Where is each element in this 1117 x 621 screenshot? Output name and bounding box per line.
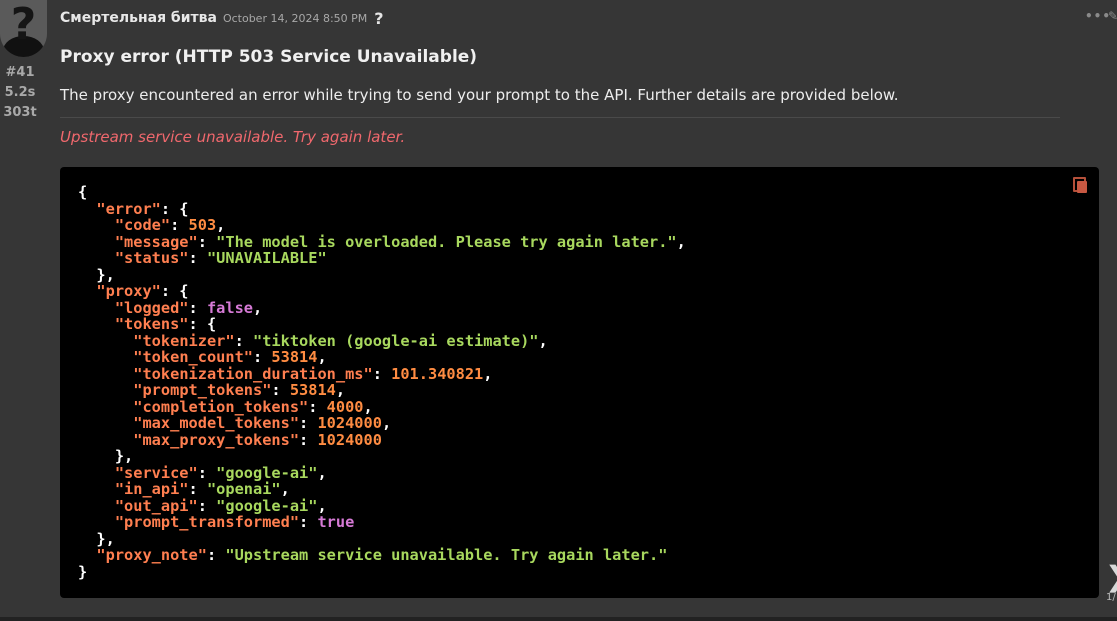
code-line: "max_proxy_tokens": 1024000 [133, 430, 382, 449]
error-message: Upstream service unavailable. Try again … [60, 128, 406, 146]
code-line: }, [78, 529, 115, 548]
code-line: "proxy_note": "Upstream service unavaila… [96, 546, 668, 564]
code-line: { [78, 183, 88, 201]
next-chevron-icon[interactable]: ❯ [1105, 560, 1117, 593]
code-line: "error": { [96, 199, 189, 218]
code-line: "out_api": "google-ai", [114, 496, 327, 515]
token-count: 303t [3, 105, 37, 120]
code-line: "message": "The model is overloaded. Ple… [114, 232, 686, 251]
error-description: The proxy encountered an error while try… [60, 86, 899, 104]
error-title: Proxy error (HTTP 503 Service Unavailabl… [60, 47, 478, 67]
code-line: "max_model_tokens": 1024000, [133, 414, 392, 432]
code-line: "prompt_tokens": 53814, [133, 381, 346, 399]
post-date: October 14, 2024 8:50 PM [222, 11, 368, 25]
code-line: "code": 503, [114, 216, 226, 234]
code-line: "proxy": { [96, 282, 189, 300]
code-block: { "error": { "code": 503, "message": "Th… [60, 167, 1099, 598]
avatar-question-icon: ? [10, 0, 37, 50]
code-line: "in_api": "openai", [114, 480, 290, 498]
help-icon[interactable]: ? [374, 9, 383, 28]
code-line: "token_count": 53814, [133, 348, 327, 366]
bottom-bar [0, 617, 1117, 621]
code-line: } [78, 562, 88, 581]
page-counter: 1/ [1106, 592, 1116, 603]
code-line: "logged": false, [114, 298, 263, 317]
code-line: "tokenization_duration_ms": 101.340821, [133, 364, 493, 383]
code-line: "completion_tokens": 4000, [133, 397, 373, 416]
post-stats: #41 5.2s 303t [0, 63, 40, 123]
json-code: { "error": { "code": 503, "message": "Th… [78, 184, 686, 580]
code-line: }, [78, 265, 115, 284]
author-name[interactable]: Смертельная битва [60, 10, 217, 26]
avatar[interactable]: ? [0, 0, 47, 57]
post-number[interactable]: #41 [0, 63, 40, 83]
copy-icon[interactable] [1073, 177, 1087, 193]
response-time: 5.2s [4, 85, 36, 100]
code-line: "service": "google-ai", [114, 463, 327, 482]
code-line: "prompt_transformed": true [114, 513, 355, 531]
post-header: Смертельная битва October 14, 2024 8:50 … [60, 6, 384, 30]
code-line: "status": "UNAVAILABLE" [114, 249, 327, 267]
code-line: "tokenizer": "tiktoken (google-ai estima… [133, 331, 548, 350]
divider [60, 117, 1060, 118]
code-line: }, [78, 447, 134, 465]
code-line: "tokens": { [114, 315, 217, 333]
edit-icon[interactable]: ✎ [1108, 9, 1117, 23]
